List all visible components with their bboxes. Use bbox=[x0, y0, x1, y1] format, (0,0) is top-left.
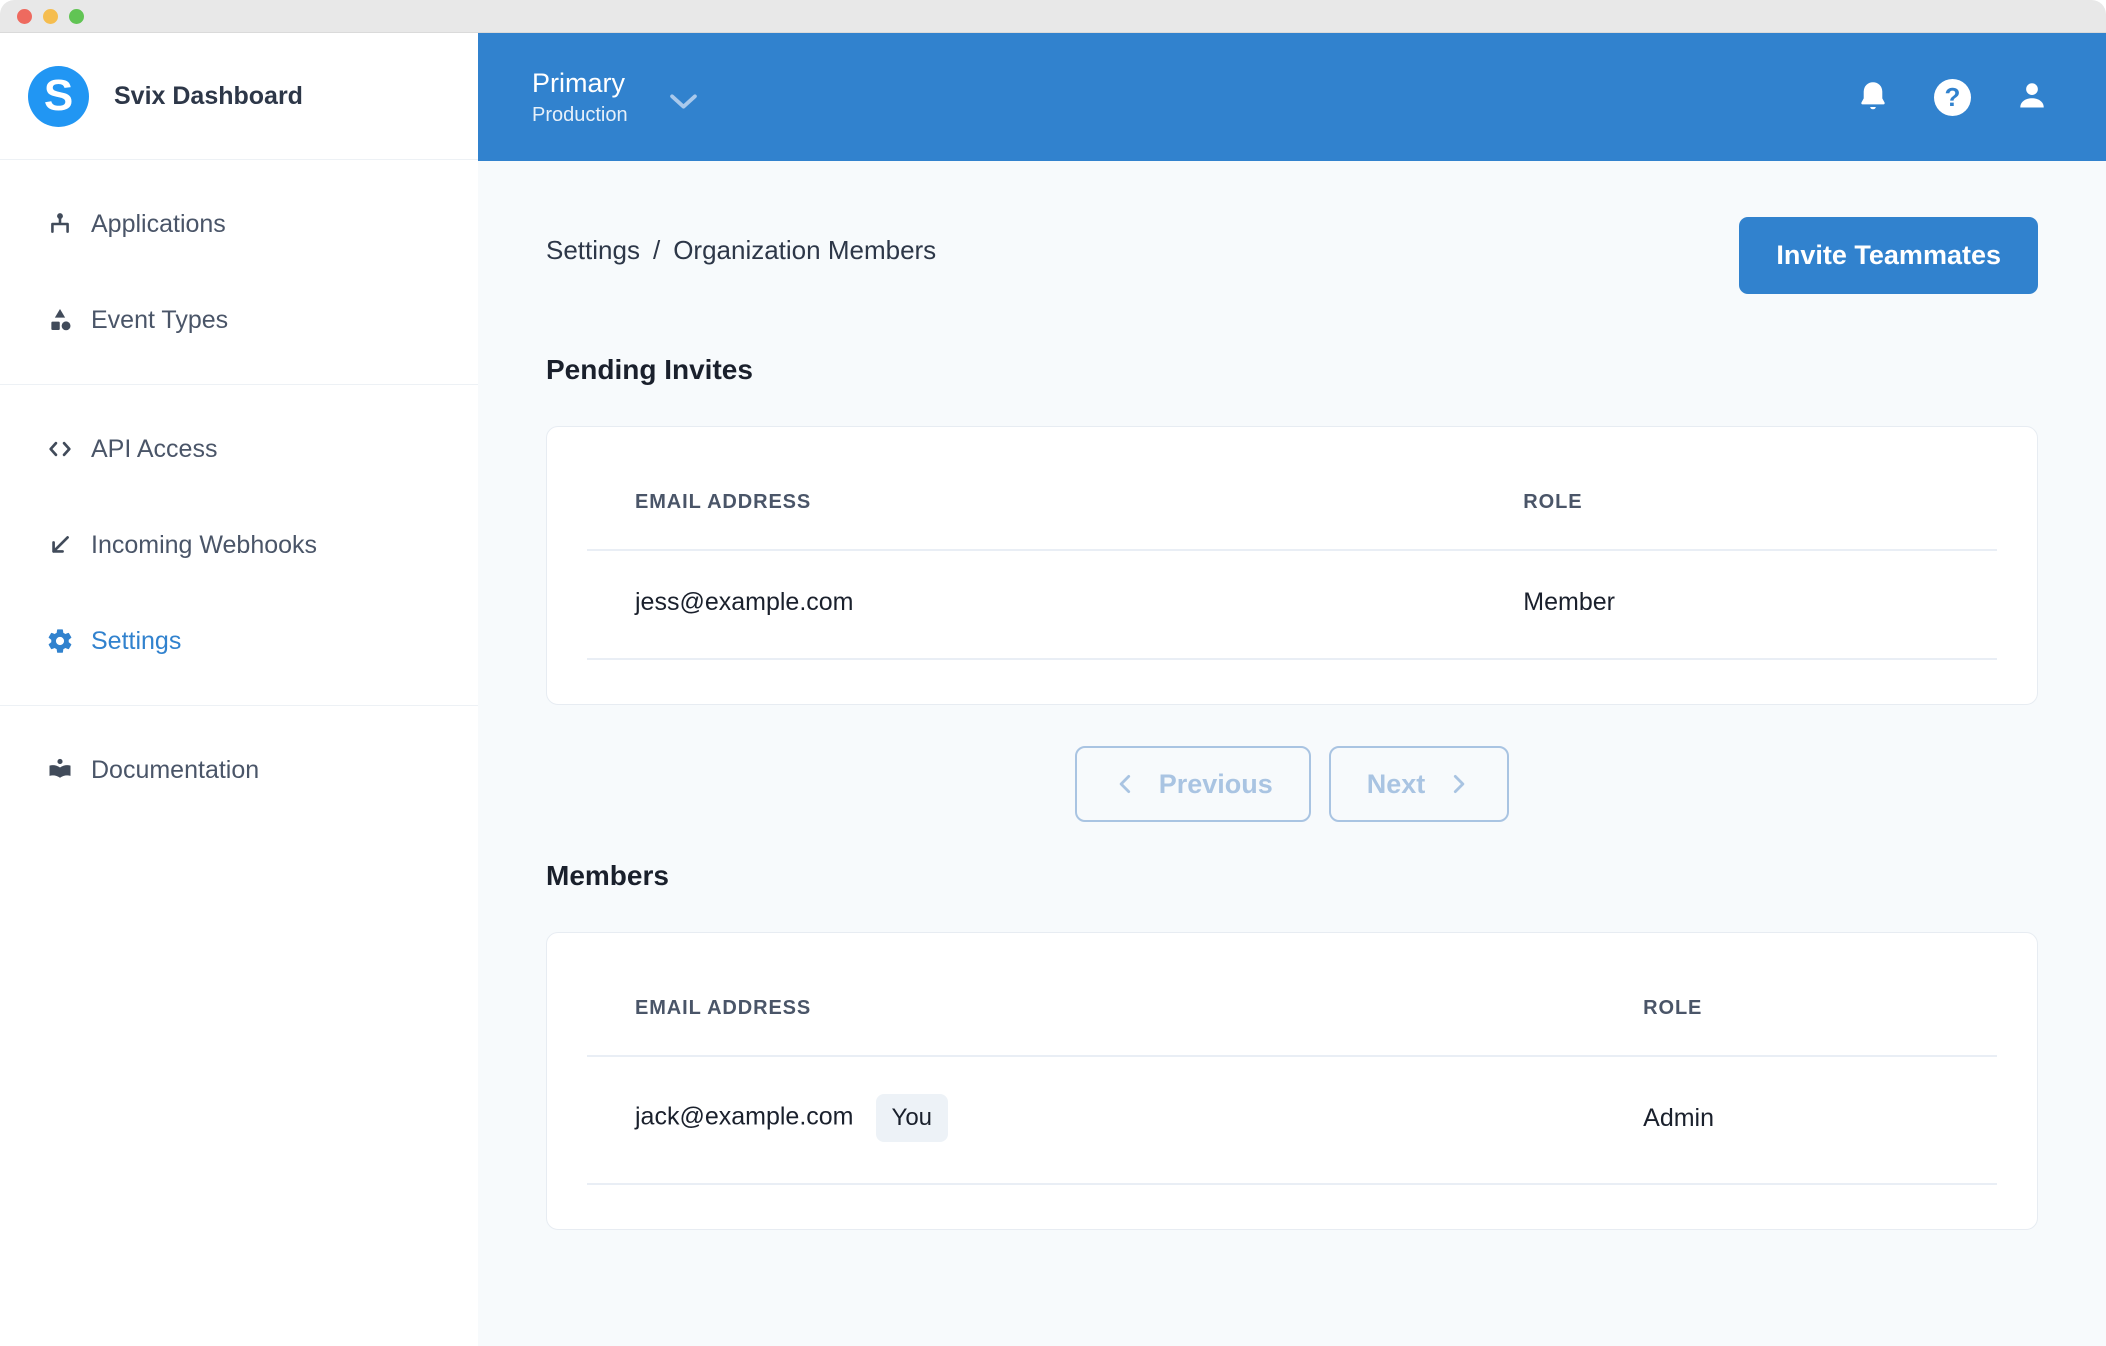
sidebar-header: S Svix Dashboard bbox=[0, 33, 478, 160]
close-window-button[interactable] bbox=[17, 9, 32, 24]
sidebar-item-label: Applications bbox=[91, 210, 226, 239]
members-heading: Members bbox=[546, 860, 2038, 892]
applications-icon bbox=[45, 209, 75, 239]
sidebar-item-label: Event Types bbox=[91, 306, 228, 335]
pending-invites-table: EMAIL ADDRESS ROLE jess@example.com Memb… bbox=[587, 427, 1997, 660]
bell-icon bbox=[1855, 78, 1891, 117]
app-window: S Svix Dashboard Applications bbox=[0, 0, 2106, 1346]
members-table: EMAIL ADDRESS ROLE jack@example.com You A… bbox=[587, 933, 1997, 1185]
next-label: Next bbox=[1367, 769, 1426, 800]
column-header-role: ROLE bbox=[1475, 427, 1997, 550]
sidebar-item-event-types[interactable]: Event Types bbox=[0, 288, 478, 352]
settings-gear-icon bbox=[45, 626, 75, 656]
breadcrumb-settings[interactable]: Settings bbox=[546, 235, 640, 266]
page-content: Settings / Organization Members Invite T… bbox=[478, 161, 2106, 1346]
sidebar-nav: Applications Event Types bbox=[0, 160, 478, 834]
table-row: jack@example.com You Admin bbox=[587, 1056, 1997, 1184]
sidebar-item-label: Incoming Webhooks bbox=[91, 531, 317, 560]
chevron-right-icon bbox=[1445, 771, 1471, 797]
sidebar-item-label: Settings bbox=[91, 627, 181, 656]
nav-group-workspace: Applications Event Types bbox=[0, 160, 478, 384]
incoming-webhooks-icon bbox=[45, 530, 75, 560]
notifications-button[interactable] bbox=[1855, 78, 1891, 117]
sidebar-item-incoming-webhooks[interactable]: Incoming Webhooks bbox=[0, 513, 478, 577]
svix-logo-icon: S bbox=[28, 66, 89, 127]
event-types-icon bbox=[45, 305, 75, 335]
api-access-icon bbox=[45, 434, 75, 464]
sidebar-item-label: Documentation bbox=[91, 756, 259, 785]
help-icon: ? bbox=[1934, 79, 1971, 116]
documentation-icon bbox=[45, 755, 75, 785]
account-button[interactable] bbox=[2014, 78, 2050, 117]
nav-group-resources: Documentation bbox=[0, 705, 478, 834]
environment-name: Primary bbox=[532, 67, 628, 99]
you-badge: You bbox=[876, 1094, 949, 1142]
window-title-bar bbox=[0, 0, 2106, 33]
sidebar: S Svix Dashboard Applications bbox=[0, 33, 478, 1346]
sidebar-item-settings[interactable]: Settings bbox=[0, 609, 478, 673]
pending-invites-card: EMAIL ADDRESS ROLE jess@example.com Memb… bbox=[546, 426, 2038, 705]
breadcrumb-separator: / bbox=[653, 235, 660, 266]
member-email: jack@example.com bbox=[635, 1103, 854, 1131]
invite-email: jess@example.com bbox=[587, 550, 1475, 659]
chevron-down-icon bbox=[670, 94, 697, 114]
previous-label: Previous bbox=[1159, 769, 1273, 800]
sidebar-item-documentation[interactable]: Documentation bbox=[0, 738, 478, 802]
minimize-window-button[interactable] bbox=[43, 9, 58, 24]
environment-mode: Production bbox=[532, 104, 628, 127]
invite-teammates-button[interactable]: Invite Teammates bbox=[1739, 217, 2038, 294]
table-row: jess@example.com Member bbox=[587, 550, 1997, 659]
pending-invites-heading: Pending Invites bbox=[546, 354, 2038, 386]
members-card: EMAIL ADDRESS ROLE jack@example.com You A… bbox=[546, 932, 2038, 1230]
help-button[interactable]: ? bbox=[1934, 79, 1971, 116]
app-title: Svix Dashboard bbox=[114, 82, 303, 111]
sidebar-item-applications[interactable]: Applications bbox=[0, 192, 478, 256]
environment-switcher[interactable]: Primary Production bbox=[532, 67, 697, 127]
chevron-left-icon bbox=[1113, 771, 1139, 797]
nav-group-developer: API Access Incoming Webhooks bbox=[0, 384, 478, 705]
topbar: Primary Production bbox=[478, 33, 2106, 161]
invite-role: Member bbox=[1475, 550, 1997, 659]
column-header-role: ROLE bbox=[1595, 933, 1997, 1056]
page-title: Organization Members bbox=[673, 235, 936, 266]
pagination: Previous Next bbox=[546, 746, 2038, 822]
member-role: Admin bbox=[1595, 1056, 1997, 1184]
breadcrumb: Settings / Organization Members bbox=[546, 235, 936, 266]
previous-page-button[interactable]: Previous bbox=[1075, 746, 1311, 822]
user-icon bbox=[2014, 78, 2050, 117]
sidebar-item-label: API Access bbox=[91, 435, 217, 464]
sidebar-item-api-access[interactable]: API Access bbox=[0, 417, 478, 481]
column-header-email: EMAIL ADDRESS bbox=[587, 933, 1595, 1056]
column-header-email: EMAIL ADDRESS bbox=[587, 427, 1475, 550]
maximize-window-button[interactable] bbox=[69, 9, 84, 24]
next-page-button[interactable]: Next bbox=[1329, 746, 1510, 822]
